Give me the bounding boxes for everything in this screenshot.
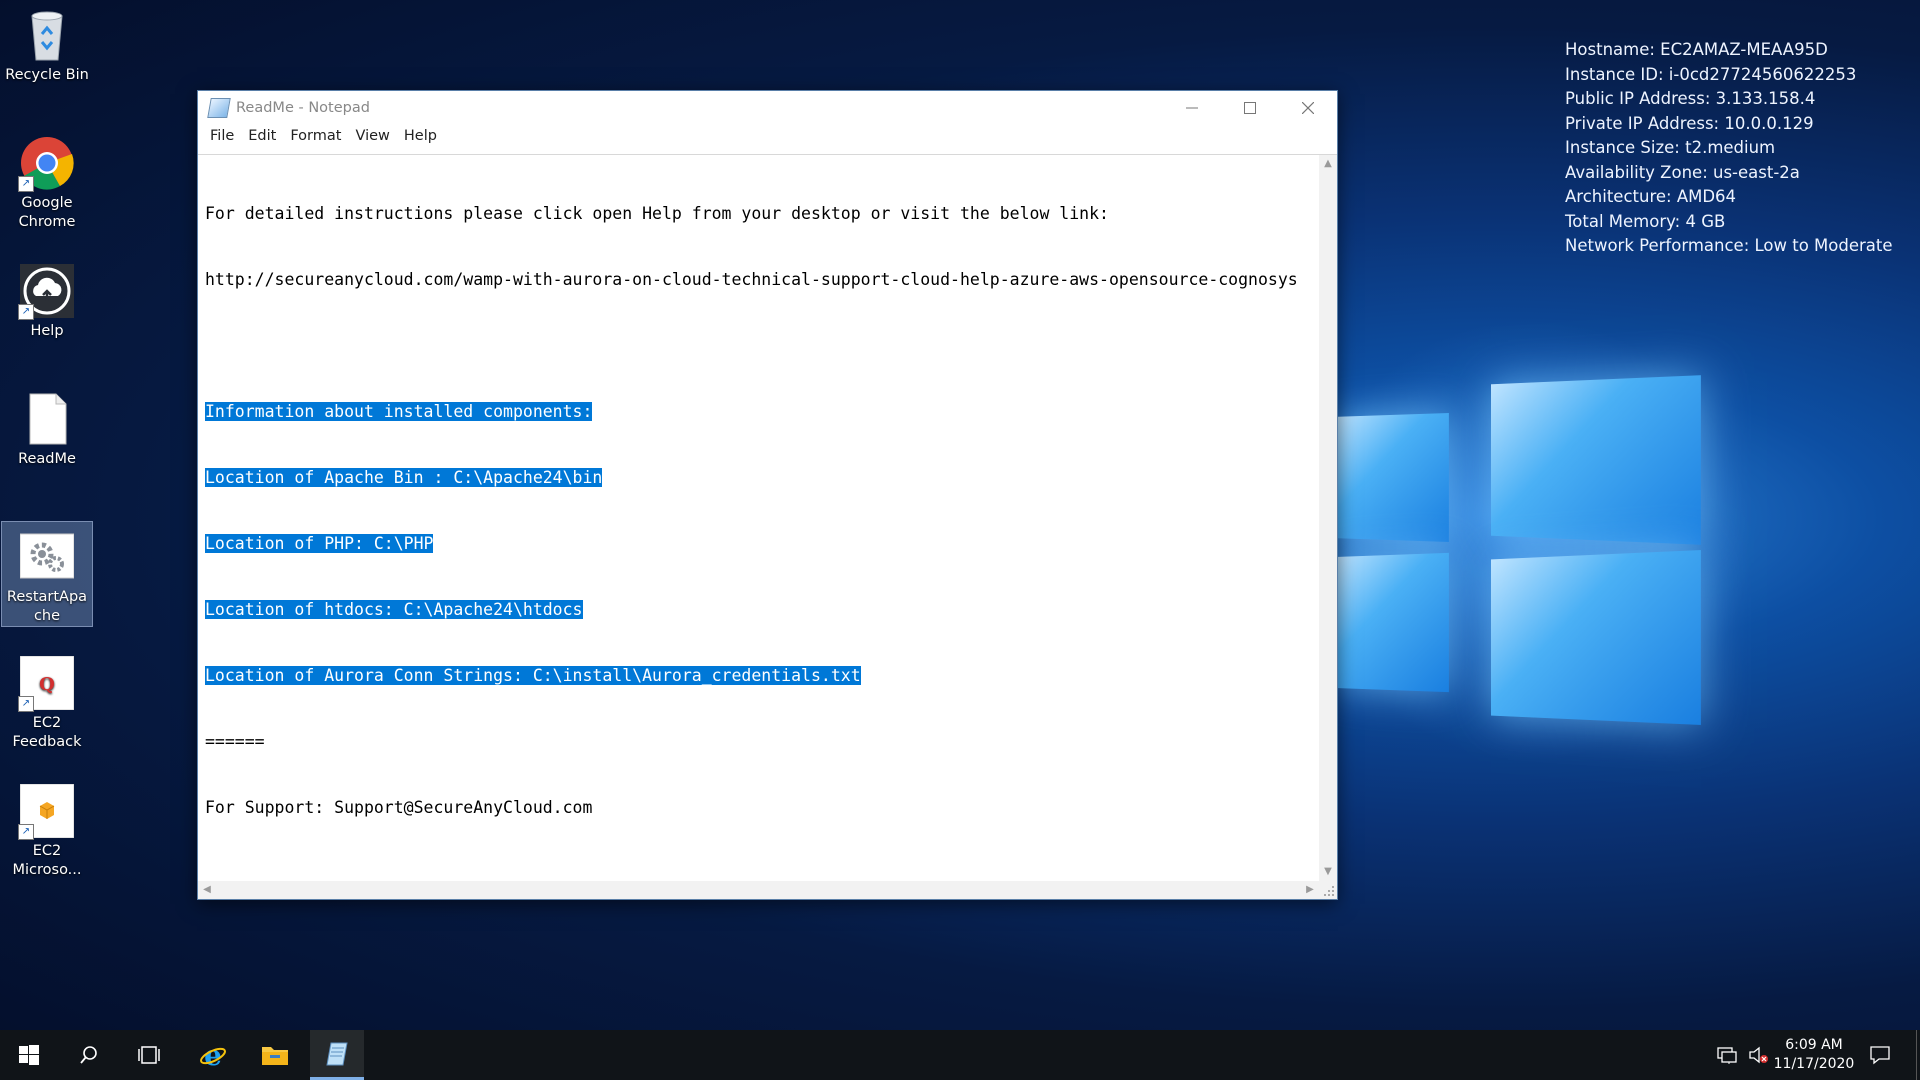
- action-center-icon[interactable]: [1862, 1030, 1898, 1080]
- sysinfo-instance-id: Instance ID: i-0cd27724560622253: [1565, 64, 1857, 84]
- text-line-selected: Location of Apache Bin : C:\Apache24\bin: [205, 468, 603, 487]
- desktop-icon-readme[interactable]: ReadMe: [2, 384, 92, 469]
- shortcut-arrow-icon: ↗: [18, 304, 34, 320]
- search-button[interactable]: [60, 1030, 118, 1080]
- title-bar[interactable]: ReadMe - Notepad: [198, 91, 1337, 125]
- notepad-icon: [207, 98, 231, 118]
- sysinfo-availability-zone: Availability Zone: us-east-2a: [1565, 162, 1800, 182]
- desktop-icon-label: RestartApache: [6, 589, 88, 624]
- text-line: [205, 335, 1317, 357]
- close-button[interactable]: [1279, 91, 1337, 125]
- close-icon: [1302, 102, 1314, 114]
- text-line-selected: Location of PHP: C:\PHP: [205, 534, 434, 553]
- sysinfo-instance-size: Instance Size: t2.medium: [1565, 138, 1776, 157]
- clock-time: 6:09 AM: [1785, 1037, 1843, 1053]
- shortcut-arrow-icon: ↗: [18, 824, 34, 840]
- desktop-icon-ec2-feedback[interactable]: Q ↗ EC2 Feedback: [2, 648, 92, 752]
- scroll-up-arrow-icon[interactable]: ▲: [1319, 155, 1337, 173]
- scroll-down-arrow-icon[interactable]: ▼: [1319, 863, 1337, 881]
- menu-view[interactable]: View: [349, 128, 397, 144]
- menu-help[interactable]: Help: [398, 128, 445, 144]
- text-line: ======: [205, 732, 265, 751]
- gears-icon: [19, 530, 75, 584]
- desktop-icon-restart-apache[interactable]: RestartApache: [1, 521, 93, 627]
- vertical-scrollbar[interactable]: ▲ ▼: [1319, 155, 1337, 881]
- shortcut-arrow-icon: ↗: [18, 696, 34, 712]
- minimize-button[interactable]: [1163, 91, 1221, 125]
- desktop-icon-label: Recycle Bin: [5, 67, 89, 83]
- taskbar-notepad[interactable]: [310, 1030, 364, 1080]
- task-view-button[interactable]: [120, 1030, 178, 1080]
- maximize-icon: [1244, 102, 1256, 114]
- package-icon: ↗: [18, 783, 75, 840]
- system-info-overlay: Hostname: EC2AMAZ-MEAA95D Instance ID: i…: [1565, 38, 1893, 259]
- desktop-icon-label: Google Chrome: [18, 195, 76, 230]
- feedback-icon: Q ↗: [18, 655, 75, 712]
- folder-icon: [262, 1047, 288, 1065]
- clock[interactable]: 6:09 AM 11/17/2020: [1768, 1036, 1860, 1074]
- desktop-icon-google-chrome[interactable]: ↗ Google Chrome: [2, 128, 92, 232]
- search-icon: [80, 1046, 97, 1064]
- sysinfo-network-performance: Network Performance: Low to Moderate: [1565, 236, 1893, 255]
- show-desktop-button[interactable]: [1912, 1030, 1920, 1080]
- sysinfo-architecture: Architecture: AMD64: [1565, 187, 1737, 206]
- text-line: For Support: Support@SecureAnyCloud.com: [205, 798, 593, 817]
- desktop-icon-ec2-microsoft[interactable]: ↗ EC2 Microso...: [2, 776, 92, 880]
- menu-edit[interactable]: Edit: [242, 128, 284, 144]
- clock-date: 11/17/2020: [1773, 1056, 1855, 1072]
- desktop-icon-label: EC2 Microso...: [12, 843, 82, 878]
- svg-text:e: e: [204, 1041, 222, 1069]
- desktop-icon-label: ReadMe: [18, 451, 76, 467]
- horizontal-scrollbar[interactable]: ◀ ▶: [198, 881, 1319, 899]
- sysinfo-hostname: Hostname: EC2AMAZ-MEAA95D: [1565, 40, 1828, 59]
- desktop-icon-label: EC2 Feedback: [12, 715, 82, 750]
- desktop-icon-label: Help: [30, 323, 64, 339]
- desktop-icon-recycle-bin[interactable]: Recycle Bin: [2, 0, 92, 85]
- recycle-bin-icon: [20, 8, 74, 62]
- text-line-selected: Location of htdocs: C:\Apache24\htdocs: [205, 600, 583, 619]
- minimize-icon: [1186, 107, 1198, 109]
- chrome-icon: ↗: [18, 136, 74, 192]
- task-view-icon: [138, 1046, 160, 1064]
- menu-format[interactable]: Format: [284, 128, 349, 144]
- text-line: http://secureanycloud.com/wamp-with-auro…: [205, 270, 1298, 289]
- taskbar-file-explorer[interactable]: [246, 1030, 304, 1080]
- text-line: For detailed instructions please click o…: [205, 204, 1109, 223]
- desktop-icon-help[interactable]: ↗ Help: [2, 256, 92, 341]
- network-tray-icon[interactable]: [1712, 1030, 1742, 1080]
- sysinfo-public-ip: Public IP Address: 3.133.158.4: [1565, 89, 1816, 108]
- svg-text:Q: Q: [39, 674, 55, 695]
- text-content[interactable]: For detailed instructions please click o…: [205, 159, 1317, 879]
- resize-grip-icon[interactable]: [1319, 881, 1337, 899]
- sysinfo-total-memory: Total Memory: 4 GB: [1565, 211, 1726, 231]
- text-line-selected: Information about installed components:: [205, 402, 593, 421]
- taskbar-internet-explorer[interactable]: e: [184, 1030, 242, 1080]
- text-line-selected: Location of Aurora Conn Strings: C:\inst…: [205, 666, 861, 685]
- sysinfo-private-ip: Private IP Address: 10.0.0.129: [1565, 113, 1814, 133]
- text-file-icon: [20, 392, 74, 446]
- notepad-icon: [326, 1042, 348, 1065]
- menu-file[interactable]: File: [204, 128, 242, 144]
- windows-logo-wallpaper: [1330, 330, 1710, 740]
- windows-start-icon: [19, 1045, 39, 1065]
- internet-explorer-icon: e: [200, 1041, 226, 1069]
- scroll-right-arrow-icon[interactable]: ▶: [1301, 881, 1319, 899]
- start-button[interactable]: [0, 1030, 58, 1080]
- window-title: ReadMe - Notepad: [236, 100, 370, 116]
- notepad-window[interactable]: ReadMe - Notepad File Edit Format View H…: [197, 90, 1338, 900]
- help-cloud-icon: ↗: [18, 264, 74, 320]
- menu-bar: File Edit Format View Help: [198, 125, 1337, 147]
- text-editor[interactable]: For detailed instructions please click o…: [198, 154, 1337, 899]
- taskbar: e 6:09 AM 11/17/2020: [0, 1030, 1920, 1080]
- maximize-button[interactable]: [1221, 91, 1279, 125]
- scroll-left-arrow-icon[interactable]: ◀: [198, 881, 216, 899]
- shortcut-arrow-icon: ↗: [18, 176, 34, 192]
